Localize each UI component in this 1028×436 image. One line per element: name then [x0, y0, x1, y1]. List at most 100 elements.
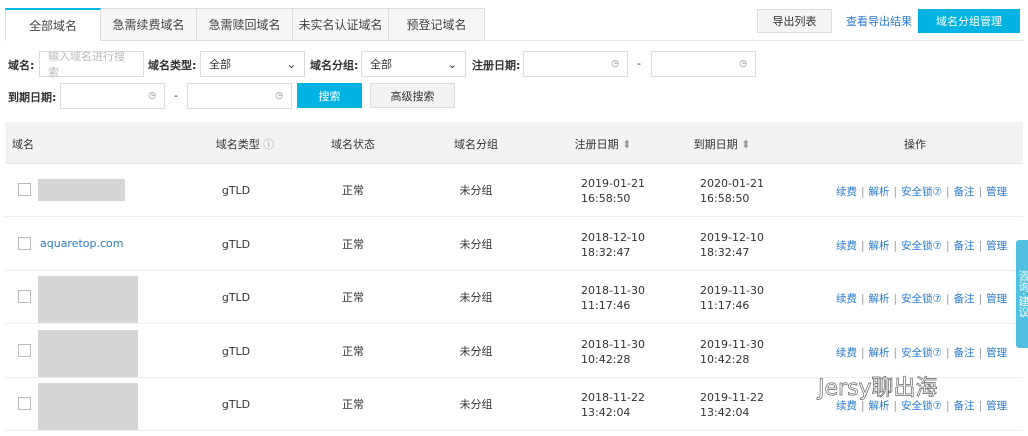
manage-link[interactable]: 管理: [986, 186, 1007, 198]
tab-unverified[interactable]: 未实名认证域名: [293, 8, 389, 41]
group-select[interactable]: 全部 ⌄: [361, 51, 466, 77]
help-icon[interactable]: ⑦: [933, 240, 942, 252]
remark-link[interactable]: 备注: [954, 240, 975, 252]
feedback-side-tab[interactable]: 咨询·建议: [1016, 240, 1028, 348]
remark-link[interactable]: 备注: [954, 186, 975, 198]
security-lock-link[interactable]: 安全锁: [901, 293, 933, 305]
advanced-search-button[interactable]: 高级搜索: [370, 83, 455, 108]
reg-date-time: 18:32:47: [581, 246, 631, 259]
renew-link[interactable]: 续费: [836, 293, 857, 305]
exp-date-label: 到期日期:: [8, 91, 57, 104]
table-row: gTLD 正常 未分组 2019-01-21 16:58:50 2020-01-2…: [5, 164, 1023, 217]
tab-all-domains[interactable]: 全部域名: [5, 8, 101, 41]
exp-date-time: 18:32:47: [700, 246, 750, 259]
remark-link[interactable]: 备注: [954, 400, 975, 412]
domain-status: 正常: [342, 398, 364, 411]
security-lock-link[interactable]: 安全锁: [901, 347, 933, 359]
help-icon[interactable]: ⑦: [933, 293, 942, 305]
help-icon[interactable]: ⓘ: [263, 138, 274, 151]
security-lock-link[interactable]: 安全锁: [901, 240, 933, 252]
dns-link[interactable]: 解析: [869, 240, 890, 252]
renew-link[interactable]: 续费: [836, 240, 857, 252]
redacted-domain: [38, 276, 138, 323]
domain-type: gTLD: [221, 238, 251, 251]
calendar-icon: ◷: [739, 59, 747, 69]
exp-date-day: 2019-11-22: [700, 391, 764, 404]
exp-date-day: 2020-01-21: [700, 177, 764, 190]
reg-date-end[interactable]: ◷: [651, 51, 756, 77]
view-export-link[interactable]: 查看导出结果: [845, 9, 913, 33]
reg-date-time: 13:42:04: [581, 406, 631, 419]
col-type: 域名类型 ⓘ: [216, 136, 275, 152]
col-group: 域名分组: [454, 138, 498, 151]
reg-date-day: 2018-11-30: [581, 338, 645, 351]
exp-date-time: 10:42:28: [700, 353, 750, 366]
domain-type: gTLD: [221, 398, 251, 411]
domain-status: 正常: [342, 238, 364, 251]
col-reg-date[interactable]: 注册日期 ⬍: [575, 136, 632, 152]
exp-date-day: 2019-12-10: [700, 231, 764, 244]
manage-link[interactable]: 管理: [986, 400, 1007, 412]
redacted-domain: [38, 383, 138, 430]
exp-date-start[interactable]: ◷: [60, 83, 165, 109]
domain-status: 正常: [342, 184, 364, 197]
security-lock-link[interactable]: 安全锁: [901, 186, 933, 198]
domain-type: gTLD: [221, 291, 251, 304]
date-dash: -: [174, 89, 178, 102]
row-actions: 续费 | 解析 | 安全锁⑦ | 备注 | 管理: [836, 240, 1008, 252]
group-manage-button[interactable]: 域名分组管理: [918, 9, 1020, 33]
tab-renew-urgent[interactable]: 急需续费域名: [101, 8, 197, 41]
col-actions: 操作: [904, 138, 926, 151]
export-list-button[interactable]: 导出列表: [757, 9, 832, 33]
reg-date: 2018-12-10 18:32:47: [581, 230, 645, 260]
row-actions: 续费 | 解析 | 安全锁⑦ | 备注 | 管理: [836, 347, 1008, 359]
row-checkbox[interactable]: [18, 290, 31, 303]
date-dash: -: [637, 57, 641, 70]
manage-link[interactable]: 管理: [986, 347, 1007, 359]
dns-link[interactable]: 解析: [869, 186, 890, 198]
watermark: Jersy聊出海: [818, 376, 938, 402]
group-label: 域名分组:: [310, 59, 359, 72]
domain-group: 未分组: [459, 291, 493, 304]
domain-group: 未分组: [459, 398, 493, 411]
row-checkbox[interactable]: [18, 183, 31, 196]
tab-redeem-urgent[interactable]: 急需赎回域名: [197, 8, 293, 41]
remark-link[interactable]: 备注: [954, 347, 975, 359]
divider: [480, 40, 1023, 41]
table-row: aquaretop.com gTLD 正常 未分组 2018-12-10 18:32…: [5, 218, 1023, 271]
help-icon[interactable]: ⑦: [933, 347, 942, 359]
row-checkbox[interactable]: [18, 397, 31, 410]
domain-link[interactable]: aquaretop.com: [40, 236, 124, 251]
type-label: 域名类型:: [148, 59, 197, 72]
exp-date-end[interactable]: ◷: [187, 83, 292, 109]
reg-date-time: 11:17:46: [581, 299, 631, 312]
manage-link[interactable]: 管理: [986, 240, 1007, 252]
reg-date-start[interactable]: ◷: [523, 51, 628, 77]
row-checkbox[interactable]: [18, 344, 31, 357]
reg-date-label: 注册日期:: [472, 59, 521, 72]
domain-search-input[interactable]: 输入域名进行搜索: [39, 50, 144, 79]
exp-date: 2019-12-10 18:32:47: [700, 230, 764, 260]
type-value: 全部: [209, 58, 231, 71]
remark-link[interactable]: 备注: [954, 293, 975, 305]
row-checkbox[interactable]: [18, 237, 31, 250]
renew-link[interactable]: 续费: [836, 186, 857, 198]
exp-date: 2020-01-21 16:58:50: [700, 176, 764, 206]
reg-date-day: 2018-11-22: [581, 391, 645, 404]
domain-type: gTLD: [221, 345, 251, 358]
search-button[interactable]: 搜索: [297, 83, 362, 108]
col-exp-date[interactable]: 到期日期 ⬍: [694, 136, 751, 152]
domain-group: 未分组: [459, 345, 493, 358]
reg-date: 2018-11-22 13:42:04: [581, 390, 645, 420]
table-row: gTLD 正常 未分组 2018-11-30 11:17:46 2019-11-3…: [5, 271, 1023, 324]
sort-icon[interactable]: ⬍: [741, 138, 750, 151]
sort-icon[interactable]: ⬍: [622, 138, 631, 151]
manage-link[interactable]: 管理: [986, 293, 1007, 305]
tab-preregister[interactable]: 预登记域名: [389, 8, 485, 41]
dns-link[interactable]: 解析: [869, 293, 890, 305]
help-icon[interactable]: ⑦: [933, 186, 942, 198]
dns-link[interactable]: 解析: [869, 347, 890, 359]
type-select[interactable]: 全部 ⌄: [200, 51, 305, 77]
domain-group: 未分组: [459, 184, 493, 197]
renew-link[interactable]: 续费: [836, 347, 857, 359]
